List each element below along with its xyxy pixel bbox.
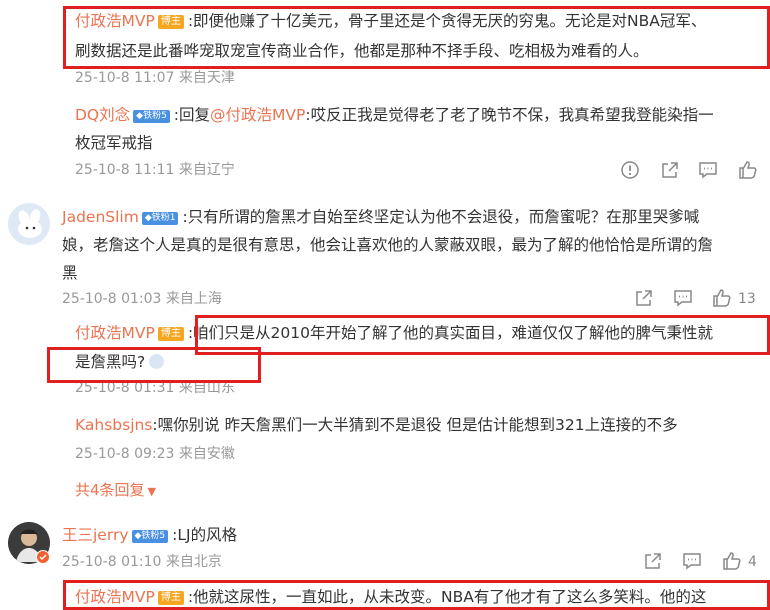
fan-badge: ◆铁粉5 bbox=[131, 530, 169, 543]
comment-text-cont: 枚冠军戒指 bbox=[75, 134, 153, 152]
comment-meta: 25-10-8 01:03 来自上海 bbox=[62, 291, 222, 307]
like-count: 4 bbox=[748, 554, 757, 570]
thumbs-up-icon[interactable] bbox=[722, 551, 742, 571]
comment-icon[interactable] bbox=[673, 288, 693, 308]
comment-meta: 25-10-8 11:07 来自天津 bbox=[75, 70, 235, 86]
share-icon[interactable] bbox=[643, 551, 663, 571]
share-icon[interactable] bbox=[660, 160, 680, 180]
highlight-box bbox=[47, 347, 261, 383]
comment-text: DQ刘念 ◆铁粉5:回复@付政浩MVP:哎反正我是觉得老了老了晚节不保，我真希望我… bbox=[75, 106, 714, 124]
highlight-box bbox=[63, 6, 770, 69]
comment-text: 王三jerry ◆铁粉5:LJ的风格 bbox=[62, 526, 238, 544]
user-name[interactable]: Kahsbsjns bbox=[75, 416, 152, 434]
user-name[interactable]: DQ刘念 bbox=[75, 106, 130, 124]
fan-badge: ◆铁粉1 bbox=[141, 212, 179, 225]
user-name[interactable]: 王三jerry bbox=[62, 526, 129, 544]
thumbs-up-icon[interactable] bbox=[738, 160, 758, 180]
share-icon[interactable] bbox=[634, 288, 654, 308]
more-replies-link[interactable]: 共4条回复 ▼ bbox=[75, 479, 156, 503]
comment-text: JadenSlim ◆铁粉1:只有所谓的詹黑才自始至终坚定认为他不会退役，而詹蜜呢… bbox=[62, 208, 700, 226]
comment-meta: 25-10-8 01:10 来自北京 bbox=[62, 554, 222, 570]
thumbs-up-icon[interactable] bbox=[712, 288, 732, 308]
chevron-down-icon: ▼ bbox=[147, 485, 157, 498]
blogger-badge: 博主 bbox=[157, 327, 184, 341]
user-name[interactable]: 付政浩MVP bbox=[75, 324, 155, 342]
highlight-box bbox=[195, 315, 770, 355]
report-icon[interactable] bbox=[620, 160, 640, 180]
verified-badge-icon bbox=[36, 550, 50, 564]
comment-meta: 25-10-8 11:11 来自辽宁 bbox=[75, 162, 235, 178]
comment-text-cont: 黑 bbox=[62, 264, 78, 282]
comment-icon[interactable] bbox=[682, 551, 702, 571]
mention-link[interactable]: @付政浩MVP bbox=[210, 106, 305, 124]
comment-text-cont: 娘，老詹这个人是真的是很有意思，他会让喜欢他的人蒙蔽双眼，最为了解的他恰恰是所谓… bbox=[62, 236, 714, 254]
avatar-image bbox=[8, 203, 50, 245]
like-count: 13 bbox=[738, 291, 756, 307]
comment-icon[interactable] bbox=[698, 160, 718, 180]
comment-text: Kahsbsjns:嘿你别说 昨天詹黑们一大半猜到不是退役 但是估计能想到321… bbox=[75, 416, 678, 434]
fan-badge: ◆铁粉5 bbox=[133, 110, 170, 123]
comment-meta: 25-10-8 09:23 来自安徽 bbox=[75, 446, 235, 462]
avatar[interactable] bbox=[8, 203, 50, 245]
user-name[interactable]: JadenSlim bbox=[62, 208, 139, 226]
